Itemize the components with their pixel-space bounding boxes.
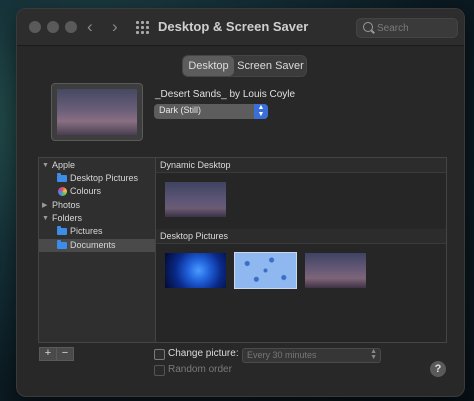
wallpaper-thumbnail-desert[interactable] (305, 253, 366, 288)
disclosure-down-icon[interactable]: ▼ (42, 212, 49, 225)
folder-icon (57, 226, 67, 235)
window-title: Desktop & Screen Saver (158, 19, 309, 34)
show-all-grid-icon[interactable] (136, 21, 149, 34)
section-header-dynamic: Dynamic Desktop (156, 158, 446, 173)
sidebar-item-colours[interactable]: Colours (39, 185, 156, 198)
folder-icon (57, 173, 67, 182)
folder-icon (57, 240, 67, 249)
back-arrow-icon[interactable]: ‹ (87, 17, 93, 37)
wallpaper-browser: Dynamic Desktop Desktop Pictures (155, 157, 447, 343)
interval-value: Every 30 minutes (247, 350, 317, 360)
random-order-checkbox[interactable] (154, 365, 165, 376)
change-interval-select[interactable]: Every 30 minutes ▲ ▼ (242, 348, 381, 363)
section-header-pictures: Desktop Pictures (156, 229, 446, 244)
minimize-button[interactable] (47, 21, 59, 33)
sidebar-item-label: Pictures (70, 226, 103, 236)
chevron-updown-icon: ▲ ▼ (254, 104, 268, 119)
change-picture-label: Change picture: (168, 348, 239, 359)
wallpaper-name: _Desert Sands_ by Louis Coyle (155, 89, 296, 100)
wallpaper-preview-image (57, 89, 137, 135)
disclosure-down-icon[interactable]: ▼ (42, 159, 49, 172)
chevron-updown-icon: ▲ ▼ (370, 348, 377, 361)
wallpaper-thumbnail-light-blue[interactable] (234, 252, 297, 289)
source-sidebar: ▼ Apple Desktop Pictures Colours ▶ Photo… (38, 157, 157, 343)
sidebar-item-documents[interactable]: Documents (39, 239, 156, 252)
add-folder-button[interactable]: + (39, 347, 57, 361)
wallpaper-thumbnail-dynamic[interactable] (165, 182, 226, 217)
sidebar-group-photos[interactable]: ▶ Photos (39, 199, 156, 212)
disclosure-right-icon[interactable]: ▶ (42, 199, 47, 212)
sidebar-item-desktop-pictures[interactable]: Desktop Pictures (39, 172, 156, 185)
change-picture-checkbox[interactable] (154, 349, 165, 360)
wallpaper-thumbnail-blue[interactable] (165, 253, 226, 288)
colours-icon (58, 187, 67, 196)
help-button[interactable]: ? (430, 361, 446, 377)
current-wallpaper-preview (51, 83, 143, 141)
sidebar-group-label: Apple (52, 160, 76, 170)
sidebar-item-label: Desktop Pictures (70, 173, 139, 183)
sidebar-group-folders[interactable]: ▼ Folders (39, 212, 156, 225)
sidebar-item-label: Documents (70, 240, 116, 250)
search-input[interactable] (375, 20, 455, 37)
preferences-window: ‹ › Desktop & Screen Saver Desktop Scree… (16, 8, 465, 397)
close-button[interactable] (29, 21, 41, 33)
tab-screen-saver[interactable]: Screen Saver (235, 56, 306, 76)
search-field[interactable] (356, 18, 458, 38)
sidebar-item-pictures[interactable]: Pictures (39, 225, 156, 238)
section-title: Desktop Pictures (160, 231, 229, 241)
zoom-button[interactable] (65, 21, 77, 33)
search-icon (363, 22, 373, 32)
sidebar-item-label: Colours (70, 186, 102, 196)
section-title: Dynamic Desktop (160, 160, 231, 170)
sidebar-group-apple[interactable]: ▼ Apple (39, 159, 156, 172)
sidebar-group-label: Folders (52, 213, 83, 223)
forward-arrow-icon[interactable]: › (112, 17, 118, 37)
title-bar: ‹ › Desktop & Screen Saver (17, 9, 464, 46)
tab-switcher: Desktop Screen Saver (182, 55, 307, 77)
remove-folder-button[interactable]: − (56, 347, 74, 361)
appearance-mode-select[interactable]: Dark (Still) ▲ ▼ (154, 104, 268, 119)
appearance-mode-value: Dark (Still) (159, 105, 201, 115)
random-order-label: Random order (168, 364, 232, 375)
tab-desktop[interactable]: Desktop (183, 56, 234, 76)
sidebar-group-label: Photos (52, 200, 81, 210)
